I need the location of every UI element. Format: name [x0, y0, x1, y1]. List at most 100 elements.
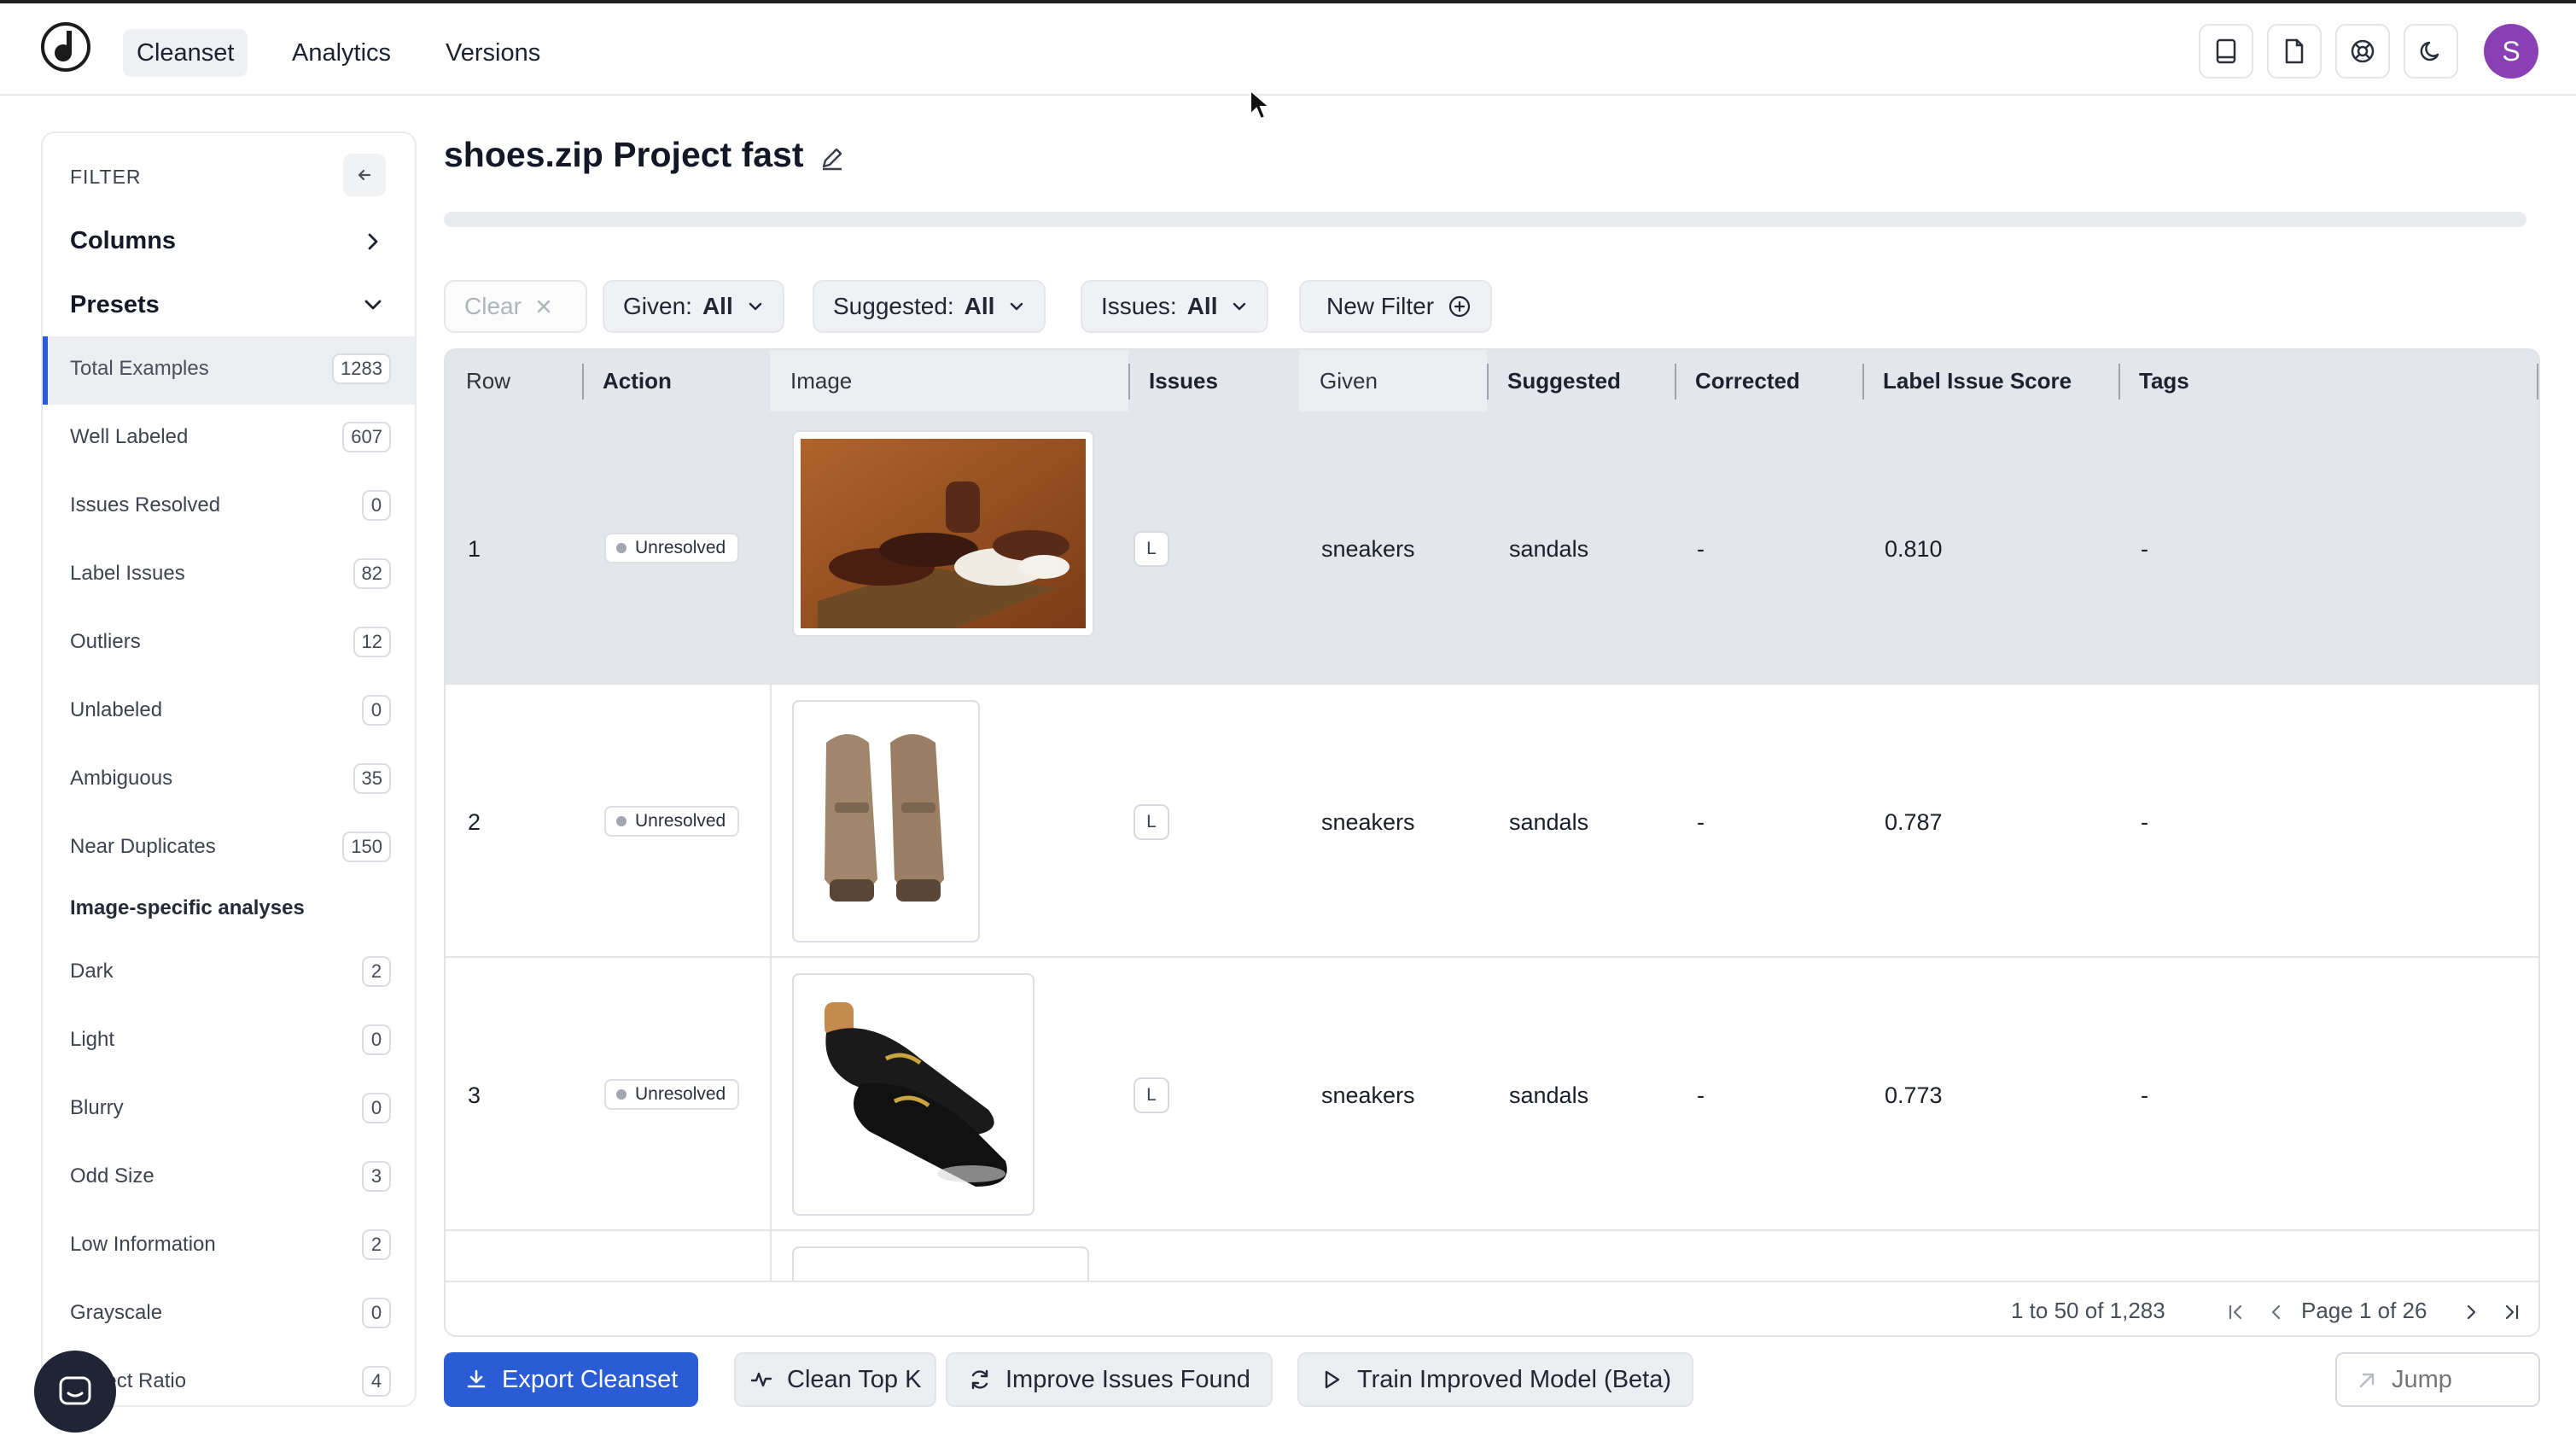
export-cleanset-button[interactable]: Export Cleanset — [444, 1352, 699, 1407]
chevron-down-icon — [1011, 302, 1023, 311]
status-dot — [616, 816, 627, 826]
clear-filters-button[interactable]: Clear — [444, 280, 587, 333]
previous-page-icon[interactable] — [2264, 1299, 2289, 1325]
row-number: 3 — [468, 1082, 481, 1108]
column-header-row[interactable]: Row — [446, 350, 510, 411]
column-header-issues[interactable]: Issues — [1128, 350, 1218, 411]
mouse-cursor-icon — [1250, 89, 1272, 120]
preset-label: Odd Size — [70, 1164, 154, 1187]
preset-label: Blurry — [70, 1096, 124, 1119]
filter-title: FILTER — [70, 166, 142, 188]
column-header-suggested[interactable]: Suggested — [1487, 350, 1621, 411]
tab-cleanset[interactable]: Cleanset — [123, 29, 248, 77]
issues-filter-dropdown[interactable]: Issues: All — [1081, 280, 1269, 333]
help-button[interactable] — [2335, 24, 2390, 79]
preset-dark[interactable]: Dark 2 — [43, 939, 415, 1007]
jump-to-row-field[interactable] — [2335, 1352, 2540, 1407]
user-avatar[interactable]: S — [2484, 24, 2538, 79]
new-filter-button[interactable]: New Filter — [1299, 280, 1493, 333]
column-resize-handle[interactable] — [2537, 364, 2538, 400]
refresh-icon — [971, 1369, 988, 1390]
book-button[interactable] — [2199, 24, 2253, 79]
issue-type-tag: L — [1134, 531, 1169, 567]
column-header-image[interactable]: Image — [770, 350, 852, 411]
preset-grayscale[interactable]: Grayscale 0 — [43, 1281, 415, 1349]
action-status-button[interactable]: Unresolved — [604, 1079, 740, 1110]
action-status-label: Unresolved — [635, 811, 726, 831]
given-filter-dropdown[interactable]: Given: All — [603, 280, 784, 333]
edit-pencil-icon[interactable] — [818, 143, 847, 172]
tab-versions[interactable]: Versions — [432, 29, 554, 77]
preset-total-examples[interactable]: Total Examples 1283 — [43, 336, 415, 405]
arrow-left-icon — [358, 169, 371, 181]
tan-loafers-image — [801, 709, 971, 934]
label-issue-score-cell: 0.787 — [1885, 809, 1943, 835]
clean-top-k-button[interactable]: Clean Top K — [734, 1352, 937, 1407]
train-improved-model-button[interactable]: Train Improved Model (Beta) — [1297, 1352, 1694, 1407]
preset-label-issues[interactable]: Label Issues 82 — [43, 541, 415, 610]
preset-near-duplicates[interactable]: Near Duplicates 150 — [43, 814, 415, 883]
table-pagination-bar: 1 to 50 of 1,283 Page 1 of 26 — [446, 1281, 2538, 1335]
cleanlab-logo-icon[interactable] — [39, 20, 92, 73]
activity-pulse-icon — [750, 1372, 772, 1387]
project-title: shoes.zip Project fast — [444, 135, 804, 174]
suggested-filter-dropdown[interactable]: Suggested: All — [813, 280, 1046, 333]
presets-section-toggle[interactable]: Presets — [70, 291, 160, 319]
action-status-button[interactable]: Unresolved — [604, 806, 740, 837]
filter-sidebar: FILTER Columns Presets Total Examples 12… — [41, 131, 417, 1407]
row-divider — [770, 958, 772, 1229]
preset-ambiguous[interactable]: Ambiguous 35 — [43, 746, 415, 814]
columns-section-toggle[interactable]: Columns — [70, 227, 176, 255]
preset-outliers[interactable]: Outliers 12 — [43, 610, 415, 678]
jump-input[interactable] — [2392, 1366, 2528, 1394]
docs-button[interactable] — [2267, 24, 2322, 79]
support-chat-button[interactable] — [34, 1351, 116, 1433]
last-page-icon[interactable] — [2499, 1299, 2525, 1325]
preset-well-labeled[interactable]: Well Labeled 607 — [43, 405, 415, 473]
row-image-thumbnail[interactable] — [792, 430, 1094, 637]
tab-analytics[interactable]: Analytics — [278, 29, 405, 77]
given-filter-label: Given: — [623, 293, 692, 319]
label-issue-score-cell: 0.773 — [1885, 1082, 1943, 1108]
table-row[interactable] — [446, 1231, 2538, 1315]
collapse-sidebar-button[interactable] — [343, 154, 386, 196]
issue-type-tag: L — [1134, 1077, 1169, 1113]
column-header-corrected[interactable]: Corrected — [1675, 350, 1800, 411]
preset-count-badge: 2 — [362, 1229, 391, 1260]
given-filter-value: All — [702, 293, 733, 319]
clean-top-k-label: Clean Top K — [787, 1365, 922, 1393]
cleanset-data-table: Row Action Image Issues Given Suggested … — [444, 348, 2540, 1337]
preset-unlabeled[interactable]: Unlabeled 0 — [43, 678, 415, 746]
row-image-thumbnail[interactable] — [792, 700, 980, 942]
chevron-right-icon[interactable] — [360, 229, 386, 254]
table-row[interactable]: 1 Unresolved L sneakers sandals - 0.810 … — [446, 411, 2538, 685]
column-header-given[interactable]: Given — [1299, 350, 1378, 411]
next-page-icon[interactable] — [2458, 1299, 2484, 1325]
row-image-thumbnail[interactable] — [792, 973, 1034, 1216]
table-row[interactable]: 3 Unresolved L sneakers sandals - 0.773 … — [446, 958, 2538, 1231]
column-header-tags[interactable]: Tags — [2118, 350, 2189, 411]
pagination-page-text: Page 1 of 26 — [2301, 1298, 2427, 1323]
moon-icon — [2420, 41, 2439, 61]
theme-toggle-button[interactable] — [2404, 24, 2458, 79]
chevron-down-icon[interactable] — [360, 292, 386, 318]
book-icon — [2216, 38, 2236, 64]
table-row[interactable]: 2 Unresolved L sneakers sandals - 0.787 … — [446, 685, 2538, 958]
column-header-label-issue-score[interactable]: Label Issue Score — [1862, 350, 2072, 411]
label-issue-score-cell: 0.810 — [1885, 536, 1943, 562]
preset-label: Outliers — [70, 630, 141, 653]
tags-cell: - — [2141, 1082, 2148, 1108]
action-status-button[interactable]: Unresolved — [604, 533, 740, 563]
row-divider — [770, 1231, 772, 1281]
first-page-icon[interactable] — [2223, 1299, 2248, 1325]
preset-low-information[interactable]: Low Information 2 — [43, 1212, 415, 1281]
preset-light[interactable]: Light 0 — [43, 1007, 415, 1076]
preset-count-badge: 0 — [362, 695, 391, 726]
preset-issues-resolved[interactable]: Issues Resolved 0 — [43, 473, 415, 541]
table-header-row: Row Action Image Issues Given Suggested … — [446, 350, 2538, 411]
preset-blurry[interactable]: Blurry 0 — [43, 1076, 415, 1144]
clear-label: Clear — [464, 293, 522, 319]
preset-odd-size[interactable]: Odd Size 3 — [43, 1144, 415, 1212]
improve-issues-button[interactable]: Improve Issues Found — [946, 1352, 1273, 1407]
column-header-action[interactable]: Action — [582, 350, 672, 411]
